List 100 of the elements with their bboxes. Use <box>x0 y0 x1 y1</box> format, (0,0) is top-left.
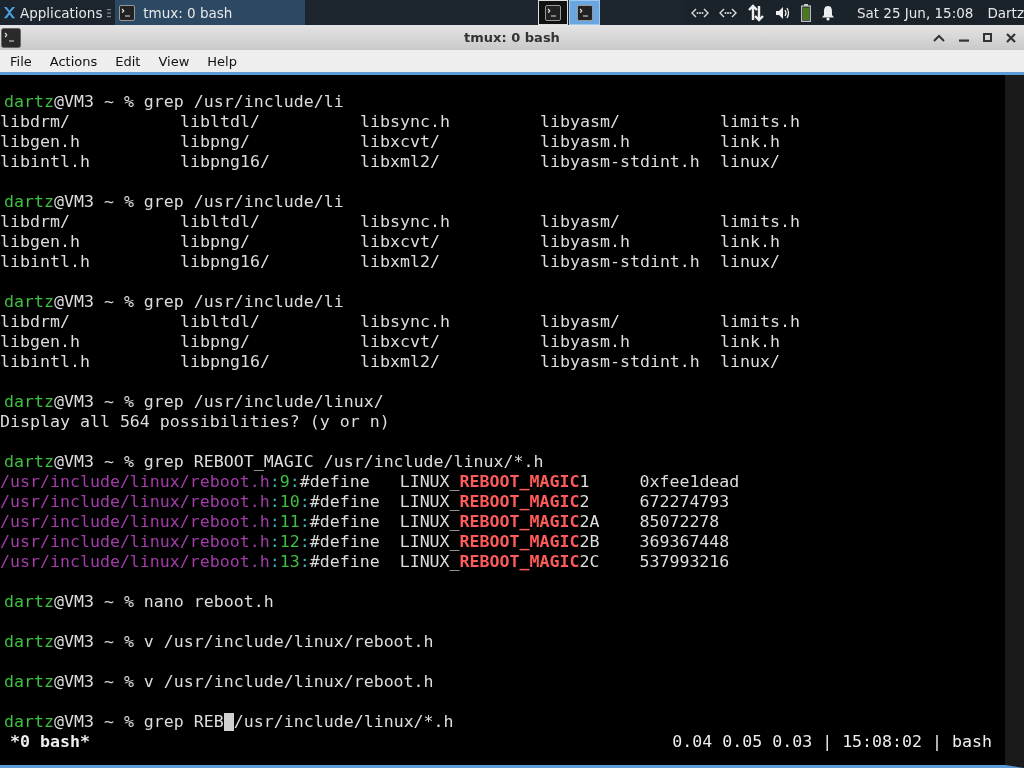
menu-item[interactable]: File <box>0 53 40 69</box>
file-name: libgen.h <box>0 232 80 251</box>
clock-text[interactable]: Sat 25 Jun, 15:08 <box>856 4 974 21</box>
prompt-user: dartz <box>4 672 54 692</box>
file-name: libltdl/ <box>180 112 260 131</box>
file-name: libpng/ <box>180 132 250 151</box>
user-name[interactable]: Dartz <box>987 4 1024 21</box>
file-name: link.h <box>720 232 780 251</box>
file-name: libyasm-stdint.h <box>540 252 700 271</box>
terminal-text: @VM3 ~ % grep REB <box>53 712 224 732</box>
terminal-icon <box>576 4 593 21</box>
file-name: libyasm-stdint.h <box>540 352 700 371</box>
terminal-text: 2C 537993216 <box>579 552 730 572</box>
separator-text: : <box>269 552 280 572</box>
file-name: libpng16/ <box>180 252 270 271</box>
file-name: libxcvt/ <box>360 332 440 351</box>
terminal-text: Display all 564 possibilities? (y or n) <box>0 412 390 432</box>
file-path: /usr/include/linux/reboot.h <box>0 552 270 572</box>
separator-text: : <box>299 512 310 532</box>
separator-text: : <box>299 552 310 572</box>
tmux-window-name: *0 bash* <box>10 732 90 752</box>
file-name: link.h <box>720 332 780 351</box>
terminal-text: @VM3 ~ % grep /usr/include/li <box>53 92 344 112</box>
terminal-icon[interactable] <box>1 27 21 48</box>
separator-text: : <box>269 472 280 492</box>
shade-icon[interactable] <box>933 33 945 42</box>
file-name: libyasm.h <box>540 332 630 351</box>
battery-icon[interactable] <box>800 3 811 22</box>
file-name: libxcvt/ <box>360 232 440 251</box>
terminal-text: 2B 369367448 <box>579 532 730 552</box>
file-name: libsync.h <box>360 312 450 331</box>
volume-icon[interactable] <box>774 5 791 20</box>
network-icon[interactable] <box>718 6 737 19</box>
workspace-button[interactable] <box>537 0 569 25</box>
separator-text: : <box>269 532 280 552</box>
taskbar-button[interactable]: tmux: 0 bash <box>115 0 306 25</box>
status-info: 0.04 0.05 0.03 | 15:08:02 | bash <box>672 732 992 752</box>
window-title: tmux: 0 bash <box>464 30 560 45</box>
up-down-arrows-icon[interactable] <box>746 3 765 22</box>
separator-text: : <box>269 512 280 532</box>
terminal-text: #define LINUX_ <box>309 532 460 552</box>
separator-text: : <box>299 532 310 552</box>
file-path: /usr/include/linux/reboot.h <box>0 472 270 492</box>
file-name: libgen.h <box>0 332 80 351</box>
terminal-text: 1 0xfee1dead <box>579 472 740 492</box>
file-name: libintl.h <box>0 352 90 371</box>
maximize-icon[interactable] <box>983 33 992 42</box>
file-name: libsync.h <box>360 212 450 231</box>
file-name: libintl.h <box>0 252 90 271</box>
terminal-text: #define LINUX_ <box>309 492 460 512</box>
prompt-user: dartz <box>4 392 54 412</box>
close-icon[interactable] <box>1006 32 1016 43</box>
terminal-icon <box>119 4 136 21</box>
terminal-text: @VM3 ~ % v /usr/include/linux/reboot.h <box>53 672 434 692</box>
menu-item[interactable]: Help <box>197 53 245 69</box>
file-name: libyasm/ <box>540 312 620 331</box>
applications-menu[interactable]: Applications <box>0 0 106 25</box>
menu-item[interactable]: Actions <box>39 53 106 69</box>
match-text: REBOOT_MAGIC <box>459 512 580 532</box>
prompt-user: dartz <box>4 192 54 212</box>
file-name: libdrm/ <box>0 112 70 131</box>
file-name: limits.h <box>720 112 800 131</box>
file-name: libyasm-stdint.h <box>540 152 700 171</box>
file-name: libpng/ <box>180 332 250 351</box>
prompt-user: dartz <box>4 292 54 312</box>
file-name: libyasm.h <box>540 232 630 251</box>
file-name: libyasm/ <box>540 112 620 131</box>
menu-item[interactable]: View <box>148 53 198 69</box>
file-name: libxml2/ <box>360 352 440 371</box>
terminal-text: @VM3 ~ % nano reboot.h <box>53 592 274 612</box>
workspace-button[interactable] <box>569 0 600 25</box>
line-number: 13 <box>279 552 300 572</box>
network-icon[interactable] <box>690 6 709 19</box>
file-name: linux/ <box>720 252 780 271</box>
terminal-icon <box>545 4 562 21</box>
file-name: libltdl/ <box>180 212 260 231</box>
prompt-user: dartz <box>4 452 54 472</box>
terminal-text: @VM3 ~ % grep /usr/include/li <box>53 292 344 312</box>
line-number: 12 <box>279 532 300 552</box>
match-text: REBOOT_MAGIC <box>459 552 580 572</box>
prompt-user: dartz <box>4 592 54 612</box>
terminal-text: @VM3 ~ % v /usr/include/linux/reboot.h <box>53 632 434 652</box>
terminal-text: 2 672274793 <box>579 492 730 512</box>
file-path: /usr/include/linux/reboot.h <box>0 512 270 532</box>
terminal-text: #define LINUX_ <box>299 472 460 492</box>
terminal-text: /usr/include/linux/*.h <box>233 712 454 732</box>
match-text: REBOOT_MAGIC <box>459 492 580 512</box>
file-name: libxml2/ <box>360 252 440 271</box>
line-number: 10 <box>279 492 300 512</box>
notification-bell-icon[interactable] <box>820 4 835 21</box>
menu-item[interactable]: Edit <box>105 53 149 69</box>
file-name: libpng/ <box>180 232 250 251</box>
file-name: limits.h <box>720 312 800 331</box>
prompt-user: dartz <box>4 712 54 732</box>
file-name: link.h <box>720 132 780 151</box>
file-name: libxml2/ <box>360 152 440 171</box>
file-name: libgen.h <box>0 132 80 151</box>
line-number: 11 <box>279 512 300 532</box>
drag-handle-icon <box>107 7 112 18</box>
file-name: libltdl/ <box>180 312 260 331</box>
